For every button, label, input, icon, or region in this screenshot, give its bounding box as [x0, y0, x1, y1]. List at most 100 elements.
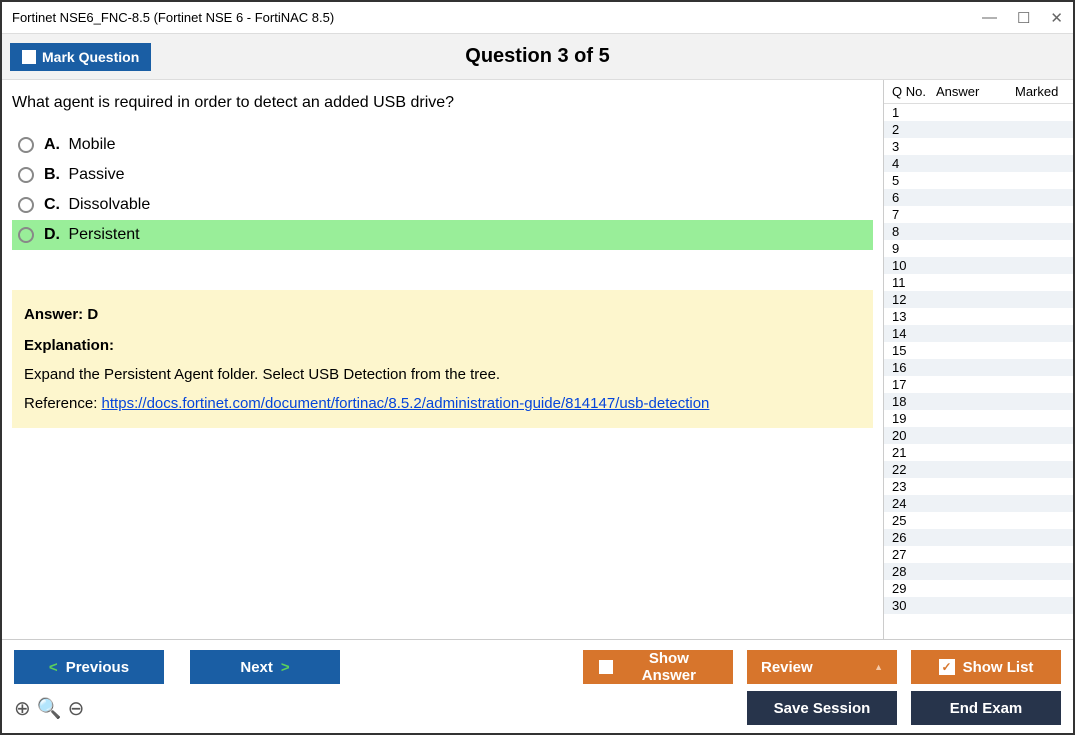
- titlebar: Fortinet NSE6_FNC-8.5 (Fortinet NSE 6 - …: [2, 2, 1073, 34]
- row-qno: 12: [892, 292, 936, 307]
- zoom-in-icon[interactable]: ⊕: [14, 696, 31, 721]
- list-item[interactable]: 11: [884, 274, 1073, 291]
- question-list-header: Q No. Answer Marked: [884, 80, 1073, 104]
- list-item[interactable]: 5: [884, 172, 1073, 189]
- save-session-button[interactable]: Save Session: [747, 691, 897, 725]
- explanation-label: Explanation:: [24, 337, 861, 354]
- next-button[interactable]: Next >: [190, 650, 340, 684]
- list-item[interactable]: 6: [884, 189, 1073, 206]
- list-item[interactable]: 27: [884, 546, 1073, 563]
- row-qno: 26: [892, 530, 936, 545]
- zoom-out-icon[interactable]: ⊖: [68, 696, 85, 721]
- option-B[interactable]: B. Passive: [12, 160, 873, 190]
- list-item[interactable]: 30: [884, 597, 1073, 614]
- option-D[interactable]: D. Persistent: [12, 220, 873, 250]
- list-item[interactable]: 2: [884, 121, 1073, 138]
- triangle-up-icon: ▲: [874, 662, 883, 672]
- footer-top: < Previous Next > Show Answer Review ▲: [14, 650, 1061, 684]
- list-item[interactable]: 3: [884, 138, 1073, 155]
- answer-label: Answer: D: [24, 306, 861, 323]
- mark-question-label: Mark Question: [42, 49, 139, 65]
- previous-label: Previous: [66, 659, 129, 676]
- row-qno: 2: [892, 122, 936, 137]
- option-label: B. Passive: [44, 166, 124, 184]
- row-qno: 16: [892, 360, 936, 375]
- save-session-label: Save Session: [774, 700, 871, 717]
- list-item[interactable]: 7: [884, 206, 1073, 223]
- zoom-reset-icon[interactable]: 🔍: [37, 696, 62, 721]
- list-item[interactable]: 29: [884, 580, 1073, 597]
- question-list-panel: Q No. Answer Marked 12345678910111213141…: [883, 80, 1073, 639]
- end-exam-label: End Exam: [950, 700, 1023, 717]
- list-item[interactable]: 10: [884, 257, 1073, 274]
- list-item[interactable]: 24: [884, 495, 1073, 512]
- question-list-rows[interactable]: 1234567891011121314151617181920212223242…: [884, 104, 1073, 639]
- col-qno: Q No.: [892, 84, 936, 99]
- zoom-controls: ⊕ 🔍 ⊖: [14, 696, 84, 721]
- row-qno: 25: [892, 513, 936, 528]
- show-answer-label: Show Answer: [621, 650, 717, 684]
- app-window: Fortinet NSE6_FNC-8.5 (Fortinet NSE 6 - …: [0, 0, 1075, 735]
- row-qno: 30: [892, 598, 936, 613]
- checkbox-checked-icon: ✓: [939, 659, 955, 675]
- previous-button[interactable]: < Previous: [14, 650, 164, 684]
- row-qno: 1: [892, 105, 936, 120]
- list-item[interactable]: 9: [884, 240, 1073, 257]
- row-qno: 22: [892, 462, 936, 477]
- question-indicator: Question 3 of 5: [465, 45, 609, 68]
- list-item[interactable]: 14: [884, 325, 1073, 342]
- row-qno: 18: [892, 394, 936, 409]
- row-qno: 13: [892, 309, 936, 324]
- show-answer-button[interactable]: Show Answer: [583, 650, 733, 684]
- maximize-icon[interactable]: ☐: [1017, 9, 1030, 27]
- content-area: What agent is required in order to detec…: [2, 80, 1073, 639]
- list-item[interactable]: 15: [884, 342, 1073, 359]
- minimize-icon[interactable]: —: [982, 9, 997, 27]
- question-text: What agent is required in order to detec…: [12, 94, 873, 112]
- explanation-text: Expand the Persistent Agent folder. Sele…: [24, 366, 861, 383]
- review-button[interactable]: Review ▲: [747, 650, 897, 684]
- option-A[interactable]: A. Mobile: [12, 130, 873, 160]
- list-item[interactable]: 21: [884, 444, 1073, 461]
- list-item[interactable]: 17: [884, 376, 1073, 393]
- answer-box: Answer: D Explanation: Expand the Persis…: [12, 290, 873, 428]
- row-qno: 9: [892, 241, 936, 256]
- option-C[interactable]: C. Dissolvable: [12, 190, 873, 220]
- list-item[interactable]: 16: [884, 359, 1073, 376]
- close-icon[interactable]: ✕: [1050, 9, 1063, 27]
- chevron-left-icon: <: [49, 659, 58, 676]
- footer-bottom: ⊕ 🔍 ⊖ Save Session End Exam: [14, 691, 1061, 725]
- radio-icon: [18, 167, 34, 183]
- end-exam-button[interactable]: End Exam: [911, 691, 1061, 725]
- show-list-button[interactable]: ✓ Show List: [911, 650, 1061, 684]
- option-label: A. Mobile: [44, 136, 116, 154]
- col-answer: Answer: [936, 84, 1015, 99]
- row-qno: 10: [892, 258, 936, 273]
- list-item[interactable]: 28: [884, 563, 1073, 580]
- list-item[interactable]: 4: [884, 155, 1073, 172]
- checkbox-icon: [22, 50, 36, 64]
- list-item[interactable]: 22: [884, 461, 1073, 478]
- row-qno: 7: [892, 207, 936, 222]
- list-item[interactable]: 13: [884, 308, 1073, 325]
- list-item[interactable]: 25: [884, 512, 1073, 529]
- mark-question-button[interactable]: Mark Question: [10, 43, 151, 71]
- option-label: D. Persistent: [44, 226, 140, 244]
- list-item[interactable]: 18: [884, 393, 1073, 410]
- list-item[interactable]: 12: [884, 291, 1073, 308]
- row-qno: 24: [892, 496, 936, 511]
- row-qno: 23: [892, 479, 936, 494]
- reference-link[interactable]: https://docs.fortinet.com/document/forti…: [102, 395, 710, 412]
- list-item[interactable]: 23: [884, 478, 1073, 495]
- row-qno: 20: [892, 428, 936, 443]
- list-item[interactable]: 19: [884, 410, 1073, 427]
- list-item[interactable]: 26: [884, 529, 1073, 546]
- option-label: C. Dissolvable: [44, 196, 150, 214]
- list-item[interactable]: 20: [884, 427, 1073, 444]
- row-qno: 11: [892, 275, 936, 290]
- row-qno: 27: [892, 547, 936, 562]
- row-qno: 14: [892, 326, 936, 341]
- row-qno: 3: [892, 139, 936, 154]
- list-item[interactable]: 1: [884, 104, 1073, 121]
- list-item[interactable]: 8: [884, 223, 1073, 240]
